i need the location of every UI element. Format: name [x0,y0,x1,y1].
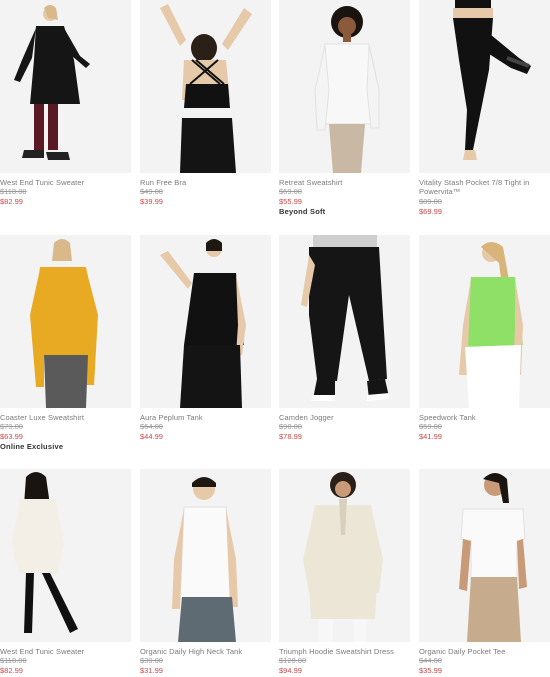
original-price: $89.00 [419,197,442,206]
sale-price: $44.99 [140,432,163,441]
model-white-tank-image [140,469,271,642]
sale-price: $63.99 [0,432,23,441]
product-name[interactable]: Run Free Bra [140,178,280,187]
product-badge: Beyond Soft [279,207,326,216]
product-name[interactable]: Coaster Luxe Sweatshirt [0,413,140,422]
model-cream-hoodie-dress-image [279,469,410,642]
product-image[interactable] [279,235,410,408]
model-black-tunic-sweater-image [0,0,131,173]
product-name[interactable]: Organic Daily Pocket Tee [419,647,550,656]
sale-price: $82.99 [0,666,23,675]
product-name[interactable]: Retreat Sweatshirt [279,178,419,187]
sale-price: $69.99 [419,207,442,216]
product-image[interactable] [419,235,550,408]
product-name[interactable]: West End Tunic Sweater [0,647,140,656]
model-green-tank-image [419,235,550,408]
product-name[interactable]: West End Tunic Sweater [0,178,140,187]
product-name[interactable]: Organic Daily High Neck Tank [140,647,280,656]
product-image[interactable] [140,0,271,173]
model-white-sweatshirt-image [279,0,410,173]
sale-price: $31.99 [140,666,163,675]
sale-price: $35.99 [419,666,442,675]
original-price: $69.00 [279,187,302,196]
original-price: $59.00 [419,422,442,431]
product-grid: West End Tunic Sweater $118.00 $82.99 Ru… [0,0,550,677]
sale-price: $94.99 [279,666,302,675]
model-black-tights-image [419,0,550,173]
product-image[interactable] [419,469,550,642]
model-white-tee-image [419,469,550,642]
sale-price: $39.99 [140,197,163,206]
product-badge: Online Exclusive [0,442,64,451]
original-price: $39.00 [140,656,163,665]
original-price: $128.00 [279,656,307,665]
original-price: $118.00 [0,656,27,665]
original-price: $64.00 [140,422,163,431]
product-name[interactable]: Camden Jogger [279,413,419,422]
original-price: $49.00 [140,187,163,196]
product-name[interactable]: Speedwork Tank [419,413,550,422]
sale-price: $41.99 [419,432,442,441]
product-image[interactable] [279,0,410,173]
product-image[interactable] [279,469,410,642]
product-image[interactable] [140,235,271,408]
product-image[interactable] [0,235,131,408]
product-name[interactable]: Triumph Hoodie Sweatshirt Dress [279,647,419,656]
model-white-tunic-sweater-image [0,469,131,642]
product-image[interactable] [0,0,131,173]
product-image[interactable] [419,0,550,173]
product-name[interactable]: Aura Peplum Tank [140,413,280,422]
product-image[interactable] [140,469,271,642]
model-black-jogger-image [279,235,410,408]
sale-price: $78.99 [279,432,302,441]
model-black-tank-image [140,235,271,408]
product-image[interactable] [0,469,131,642]
sale-price: $55.99 [279,197,302,206]
original-price: $44.00 [419,656,442,665]
original-price: $98.00 [279,422,302,431]
original-price: $118.00 [0,187,27,196]
model-black-sports-bra-image [140,0,271,173]
sale-price: $82.99 [0,197,23,206]
model-yellow-sweatshirt-image [0,235,131,408]
original-price: $79.00 [0,422,23,431]
product-name[interactable]: Vitality Stash Pocket 7/8 Tight in Power… [419,178,550,196]
